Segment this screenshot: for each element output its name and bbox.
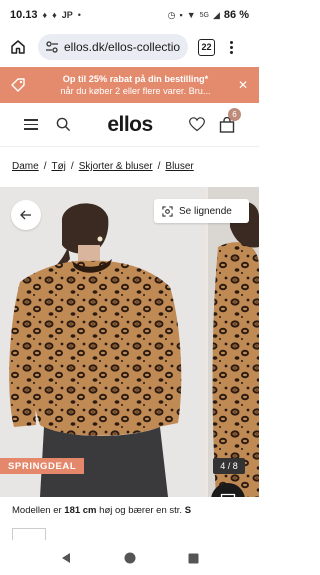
heart-icon[interactable] [189, 117, 205, 132]
breadcrumb-separator: / [70, 161, 74, 172]
browser-toolbar: ellos.dk/ellos-collectio 22 [0, 30, 259, 64]
tag-icon [8, 77, 28, 93]
url-text: ellos.dk/ellos-collectio [64, 40, 181, 54]
breadcrumb-toj[interactable]: Tøj [51, 161, 65, 172]
thumbnail-partial[interactable] [12, 528, 46, 540]
home-circle-icon[interactable] [124, 552, 136, 564]
breadcrumb-separator: / [43, 161, 47, 172]
site-settings-icon[interactable] [46, 41, 58, 53]
vibrate-icon: ▪ [179, 10, 183, 20]
model-note-prefix: Modellen er [12, 505, 62, 516]
home-button[interactable] [6, 35, 30, 59]
find-similar-label: Se lignende [179, 205, 232, 217]
model-size: S [184, 505, 192, 516]
snapchat-icon-2: ♦ [52, 10, 57, 20]
promo-subline: når du køber 2 eller flere varer. Bru... [60, 86, 211, 96]
breadcrumb: Dame / Tøj / Skjorter & bluser / Bluser [12, 161, 194, 172]
image-counter: 4 / 8 [213, 458, 245, 474]
browser-menu-button[interactable] [225, 40, 237, 54]
arrow-left-icon [20, 210, 31, 220]
chat-icon [220, 493, 236, 497]
close-icon[interactable]: ✕ [235, 78, 251, 92]
wifi-icon: ▼ [186, 10, 196, 20]
hamburger-menu-icon[interactable] [24, 119, 38, 130]
status-bar: 10.13 ♦ ♦ JP • ◷ ▪ ▼ 5G ◢ 86 % [0, 0, 259, 30]
product-gallery[interactable]: Se lignende SPRINGDEAL 4 / 8 [0, 187, 259, 497]
search-icon[interactable] [56, 117, 71, 132]
recents-icon[interactable] [188, 553, 199, 564]
model-height: 181 cm [64, 505, 97, 516]
visual-search-icon [162, 205, 173, 217]
site-logo[interactable]: ellos [107, 113, 153, 137]
find-similar-button[interactable]: Se lignende [154, 199, 249, 223]
alarm-icon: ◷ [167, 9, 176, 20]
network-type: 5G [199, 11, 209, 19]
model-note-mid: høj og bærer en str. [99, 505, 183, 516]
cart-count-badge: 6 [227, 107, 241, 121]
breadcrumb-skjorter-bluser[interactable]: Skjorter & bluser [79, 161, 153, 172]
breadcrumb-dame[interactable]: Dame [12, 161, 39, 172]
tab-switcher-button[interactable]: 22 [198, 38, 215, 56]
url-bar[interactable]: ellos.dk/ellos-collectio [38, 34, 188, 60]
promo-headline: Op til 25% rabat på din bestilling* [62, 74, 209, 84]
snapchat-icon: ♦ [42, 10, 48, 20]
shopping-bag-button[interactable]: 6 [219, 107, 241, 133]
back-icon[interactable] [60, 552, 72, 564]
home-icon [11, 40, 25, 54]
springdeal-badge: SPRINGDEAL [0, 458, 85, 474]
system-nav-bar [0, 541, 259, 575]
dot-icon: • [77, 10, 81, 20]
model-size-note: Modellen er 181 cm høj og bærer en str. … [12, 505, 191, 516]
product-photo-main[interactable] [0, 187, 205, 497]
product-photo-next[interactable] [208, 187, 259, 497]
promo-banner[interactable]: Op til 25% rabat på din bestilling* når … [0, 67, 259, 103]
site-header: ellos 6 [0, 103, 259, 147]
carrier-label: JP [61, 10, 73, 20]
gallery-prev-button[interactable] [11, 200, 41, 230]
signal-icon: ◢ [213, 9, 220, 20]
breadcrumb-bluser[interactable]: Bluser [165, 161, 193, 172]
battery-level: 86 % [223, 9, 249, 21]
breadcrumb-separator: / [157, 161, 161, 172]
status-time: 10.13 [10, 9, 38, 21]
